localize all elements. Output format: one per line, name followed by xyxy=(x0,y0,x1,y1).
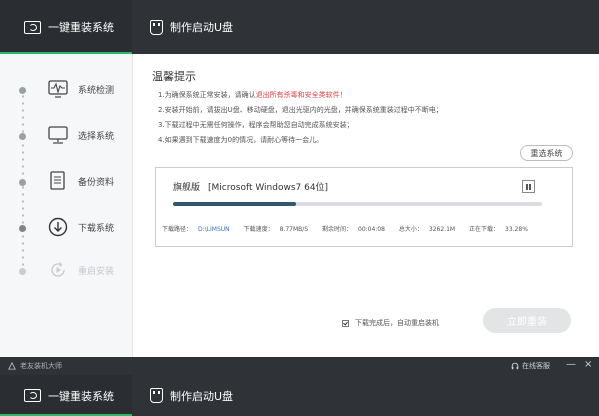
reselect-system-button[interactable]: 重选系统 xyxy=(520,145,573,161)
download-progress-bar xyxy=(173,202,542,206)
online-service-button[interactable]: 在线客服 xyxy=(511,361,550,371)
usb-icon xyxy=(150,19,163,35)
auto-restart-label: 下载完成后，自动重启装机 xyxy=(355,319,439,327)
step-label-system-check: 系统检测 xyxy=(78,86,115,96)
usb-icon xyxy=(150,388,163,403)
download-stats: 下载路径： D:\LIMSUN 下载速度： 8.77MB/S 剩余时间： 00:04:… xyxy=(162,224,540,233)
brand-name: 老友装机大师 xyxy=(20,362,62,370)
document-icon xyxy=(47,170,69,192)
speed-stat: 下载速度： 8.77MB/S xyxy=(244,226,315,233)
step-label-backup: 备份资料 xyxy=(78,178,115,188)
path-label: 下载路径： xyxy=(162,226,193,233)
restart-icon xyxy=(47,259,69,281)
brand-logo-icon xyxy=(8,362,16,370)
pulse-monitor-icon xyxy=(47,78,69,100)
step-label-download: 下载系统 xyxy=(78,224,115,234)
tip-text: 4.如果遇到下载速度为0的情况，请耐心等待一会儿。 xyxy=(158,136,324,144)
main-panel: 温馨提示 1.为确保系统正常安装，请确认退出所有杀毒和安全类软件！ 2.安装开始… xyxy=(133,54,599,357)
remaining-value: 00:04:08 xyxy=(358,226,385,233)
percent-value: 33.28% xyxy=(505,226,528,233)
tip-text: 1.为确保系统正常安装，请确认 xyxy=(158,91,256,99)
top-tab-bar: 一键重装系统 制作启动U盘 xyxy=(0,0,599,54)
path-link[interactable]: D:\LIMSUN xyxy=(198,226,230,233)
step-label-select-system: 选择系统 xyxy=(78,132,115,142)
step-dot xyxy=(19,179,26,186)
tip-item: 3.下载过程中无需任何操作，程序会帮助您自动完成系统安装； xyxy=(158,118,443,133)
tip-text: 2.安装开始前，请拔出U盘、移动硬盘，退出光驱内的光盘，并确保系统重装过程中不断… xyxy=(158,106,443,114)
path-stat: 下载路径： D:\LIMSUN xyxy=(162,226,236,233)
speed-label: 下载速度： xyxy=(243,226,274,233)
step-label-restart: 重启安装 xyxy=(78,267,115,277)
tip-item: 4.如果遇到下载速度为0的情况，请耐心等待一会儿。 xyxy=(158,133,443,148)
tip-item: 1.为确保系统正常安装，请确认退出所有杀毒和安全类软件！ xyxy=(158,88,443,103)
status-bar: 老友装机大师 在线客服 — × xyxy=(0,357,599,375)
size-value: 3262.1M xyxy=(428,226,456,233)
tab-one-click-reinstall[interactable]: 一键重装系统 xyxy=(0,375,132,416)
step-dot-current xyxy=(19,225,26,232)
tip-text: 3.下载过程中无需任何操作，程序会帮助您自动完成系统安装； xyxy=(158,121,354,129)
bottom-tab-bar: 一键重装系统 制作启动U盘 xyxy=(0,375,599,416)
system-title: [Microsoft Windows7 64位] xyxy=(208,183,329,193)
pause-icon[interactable] xyxy=(522,180,535,193)
tip-warning-text: 退出所有杀毒和安全类软件！ xyxy=(255,91,347,99)
percent-stat: 正在下载： 33.28% xyxy=(469,226,534,233)
size-label: 总大小： xyxy=(398,226,423,233)
auto-restart-checkbox[interactable] xyxy=(342,319,349,327)
tip-item: 2.安装开始前，请拔出U盘、移动硬盘，退出光驱内的光盘，并确保系统重装过程中不断… xyxy=(158,103,443,118)
auto-restart-option[interactable]: 下载完成后，自动重启装机 xyxy=(342,318,439,328)
minimize-button[interactable]: — xyxy=(566,359,576,370)
tips-list: 1.为确保系统正常安装，请确认退出所有杀毒和安全类软件！ 2.安装开始前，请拔出… xyxy=(158,88,443,148)
remaining-stat: 剩余时间： 00:04:08 xyxy=(322,226,391,233)
tab-label: 制作启动U盘 xyxy=(170,389,234,403)
tab-label: 一键重装系统 xyxy=(48,21,114,34)
tab-label: 制作启动U盘 xyxy=(170,21,234,34)
brand: 老友装机大师 xyxy=(8,361,62,371)
progress-fill xyxy=(173,202,296,206)
tab-make-boot-usb[interactable]: 制作启动U盘 xyxy=(150,375,260,416)
reinstall-now-button[interactable]: 立即重装 xyxy=(483,308,571,333)
page-title: 温馨提示 xyxy=(152,70,196,83)
download-circle-icon xyxy=(47,216,69,238)
remaining-label: 剩余时间： xyxy=(322,226,353,233)
step-dot xyxy=(19,133,26,140)
headset-icon xyxy=(511,362,519,370)
size-stat: 总大小： 3262.1M xyxy=(399,226,461,233)
step-dot xyxy=(19,87,26,94)
tab-make-boot-usb[interactable]: 制作启动U盘 xyxy=(150,0,260,54)
step-sidebar: 系统检测 选择系统 备份资料 下载系统 重启安装 xyxy=(0,54,133,357)
monitor-icon xyxy=(47,124,69,146)
system-name: 旗舰版 [Microsoft Windows7 64位] xyxy=(173,180,328,193)
tab-one-click-reinstall[interactable]: 一键重装系统 xyxy=(0,0,132,54)
speed-value: 8.77MB/S xyxy=(279,226,309,233)
monitor-icon xyxy=(24,20,41,34)
tab-label: 一键重装系统 xyxy=(48,389,114,403)
step-dot-pending xyxy=(19,268,26,275)
close-button[interactable]: × xyxy=(584,359,592,370)
percent-label: 正在下载： xyxy=(469,226,500,233)
online-service-label: 在线客服 xyxy=(522,362,550,370)
system-edition: 旗舰版 xyxy=(173,183,201,193)
download-panel: 旗舰版 [Microsoft Windows7 64位] 下载路径： D:\LIMS… xyxy=(155,167,573,247)
monitor-icon xyxy=(24,389,41,402)
